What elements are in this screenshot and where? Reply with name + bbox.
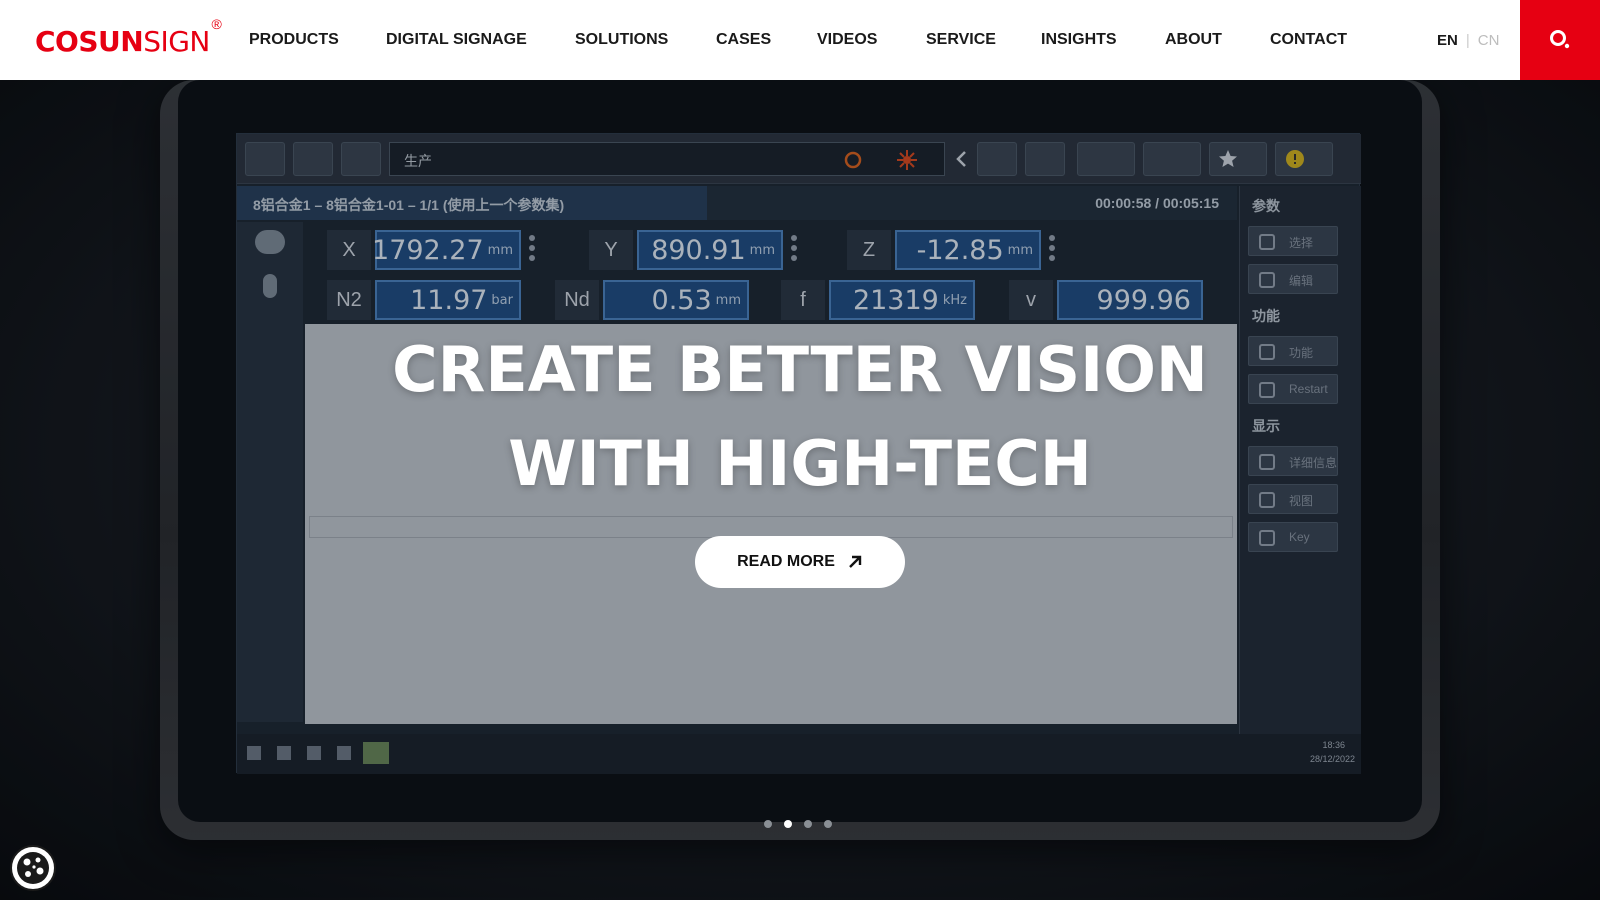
nav-service[interactable]: SERVICE <box>926 0 1041 80</box>
slide-dot-1[interactable] <box>764 820 772 828</box>
slide-dot-2[interactable] <box>784 820 792 828</box>
logo-registered-mark: ® <box>211 16 222 32</box>
nav-products[interactable]: PRODUCTS <box>249 0 386 80</box>
nav-videos[interactable]: VIDEOS <box>817 0 926 80</box>
lang-cn[interactable]: CN <box>1478 32 1500 49</box>
nav-digital-signage[interactable]: DIGITAL SIGNAGE <box>386 0 575 80</box>
cookie-settings-button[interactable] <box>10 845 56 891</box>
slide-dot-3[interactable] <box>804 820 812 828</box>
nav-cases[interactable]: CASES <box>716 0 817 80</box>
nav-insights[interactable]: INSIGHTS <box>1041 0 1165 80</box>
search-button[interactable] <box>1520 0 1600 80</box>
site-header: COSUN SIGN ® PRODUCTS DIGITAL SIGNAGE SO… <box>0 0 1600 80</box>
lang-separator: | <box>1465 31 1470 49</box>
read-more-button[interactable]: READ MORE <box>695 536 905 588</box>
arrow-up-right-icon <box>849 555 862 568</box>
logo-text-bold: COSUN <box>35 25 144 58</box>
cookie-icon <box>17 852 49 884</box>
search-icon <box>1550 30 1570 49</box>
read-more-label: READ MORE <box>737 553 835 570</box>
nav-solutions[interactable]: SOLUTIONS <box>575 0 716 80</box>
hero-title: CREATE BETTER VISION WITH HIGH-TECH <box>0 323 1600 511</box>
nav-contact[interactable]: CONTACT <box>1270 0 1370 80</box>
slider-pagination <box>764 820 844 828</box>
slide-dot-4[interactable] <box>824 820 832 828</box>
hero-slider: 生产 8铝合金1 – 8铝合金1-01 – 1/1 (使用上一个参数集) 00:… <box>0 80 1600 900</box>
brand-logo[interactable]: COSUN SIGN ® <box>35 16 222 58</box>
logo-text-light: SIGN <box>143 25 210 58</box>
main-nav: PRODUCTS DIGITAL SIGNAGE SOLUTIONS CASES… <box>249 0 1370 80</box>
hero-title-line1: CREATE BETTER VISION <box>392 333 1208 406</box>
lang-en[interactable]: EN <box>1437 32 1458 49</box>
language-switcher: EN | CN <box>1437 0 1499 80</box>
nav-about[interactable]: ABOUT <box>1165 0 1270 80</box>
hero-title-line2: WITH HIGH-TECH <box>508 427 1092 500</box>
